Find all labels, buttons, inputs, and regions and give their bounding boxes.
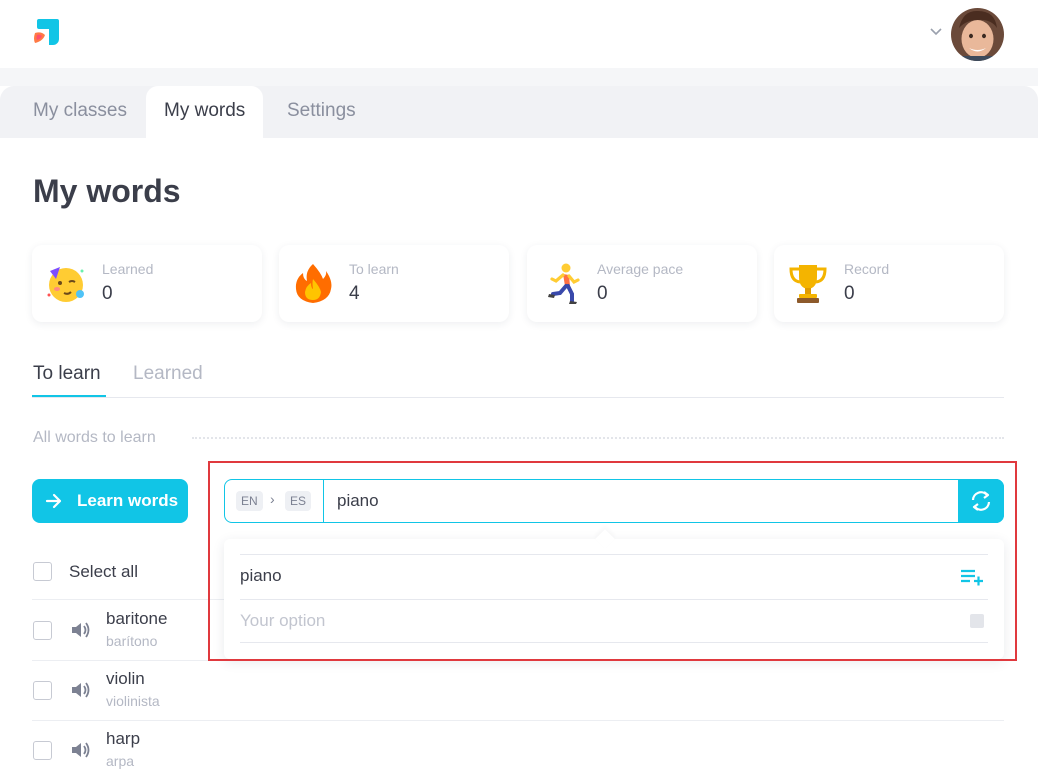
word-translation: barítono [106,633,158,649]
trophy-icon [789,265,827,303]
word-translation: violinista [106,693,160,709]
translator-panel: EN › ES [224,479,1004,523]
stat-label: Learned [102,261,154,277]
translation-dropdown: piano Your option [224,539,1004,659]
refresh-icon [971,491,991,511]
learn-words-button[interactable]: Learn words [32,479,188,523]
stat-card-learned: Learned 0 [32,245,262,322]
dropdown-divider [240,642,988,643]
word-checkbox[interactable] [33,681,52,700]
target-language: ES [285,491,312,511]
word-text: harp [106,729,141,748]
tab-settings[interactable]: Settings [269,86,374,138]
fire-icon [295,264,332,303]
arrow-right-icon [45,493,62,509]
top-bar [0,0,1038,68]
chevron-right-icon: › [270,491,275,507]
subtab-learned[interactable]: Learned [133,363,203,385]
main-tabs: My classes My words Settings [0,86,1038,138]
dropdown-divider [240,554,988,555]
tab-my-words[interactable]: My words [146,86,264,138]
chevron-down-icon[interactable] [929,27,943,37]
speaker-icon[interactable] [69,679,91,701]
header-separator [0,68,1038,86]
word-text: violin [106,669,145,688]
word-checkbox[interactable] [33,621,52,640]
custom-translation-input[interactable]: Your option [240,611,325,631]
subtab-divider [32,397,1004,398]
select-all-checkbox[interactable] [33,562,52,581]
word-translation: arpa [106,753,135,769]
stat-value: 0 [102,283,113,304]
subtab-active-indicator [32,395,106,397]
speaker-icon[interactable] [69,619,91,641]
tab-my-classes[interactable]: My classes [15,86,145,138]
word-text: baritone [106,609,168,628]
add-custom-icon[interactable] [970,614,984,628]
word-input[interactable] [337,480,957,522]
stat-label: Record [844,261,890,277]
stat-label: To learn [349,261,399,277]
party-face-icon [47,267,84,302]
subtab-to-learn[interactable]: To learn [33,363,101,385]
stat-value: 0 [844,283,855,304]
stat-card-record: Record 0 [774,245,1004,322]
runner-icon [548,263,580,304]
add-to-list-icon[interactable] [960,568,984,586]
stat-label: Average pace [597,261,684,277]
stat-value: 0 [597,283,608,304]
word-checkbox[interactable] [33,741,52,760]
stat-card-to-learn: To learn 4 [279,245,509,322]
swap-languages-button[interactable] [958,479,1004,523]
translation-option[interactable]: piano [240,566,282,586]
source-language: EN [236,491,263,511]
page-title: My words [33,173,181,209]
stat-card-average-pace: Average pace 0 [527,245,757,322]
dropdown-divider [240,599,988,600]
section-label: All words to learn [33,429,156,446]
learn-words-label: Learn words [77,491,179,510]
language-pair-selector[interactable]: EN › ES [225,480,324,522]
user-avatar[interactable] [951,8,1004,61]
speaker-icon[interactable] [69,739,91,761]
word-row: harp arpa [32,720,1004,780]
select-all-label[interactable]: Select all [69,562,138,582]
stat-value: 4 [349,283,360,304]
word-row: violin violinista [32,660,1004,720]
dotted-separator [192,437,1004,439]
app-logo-icon[interactable] [31,17,61,47]
